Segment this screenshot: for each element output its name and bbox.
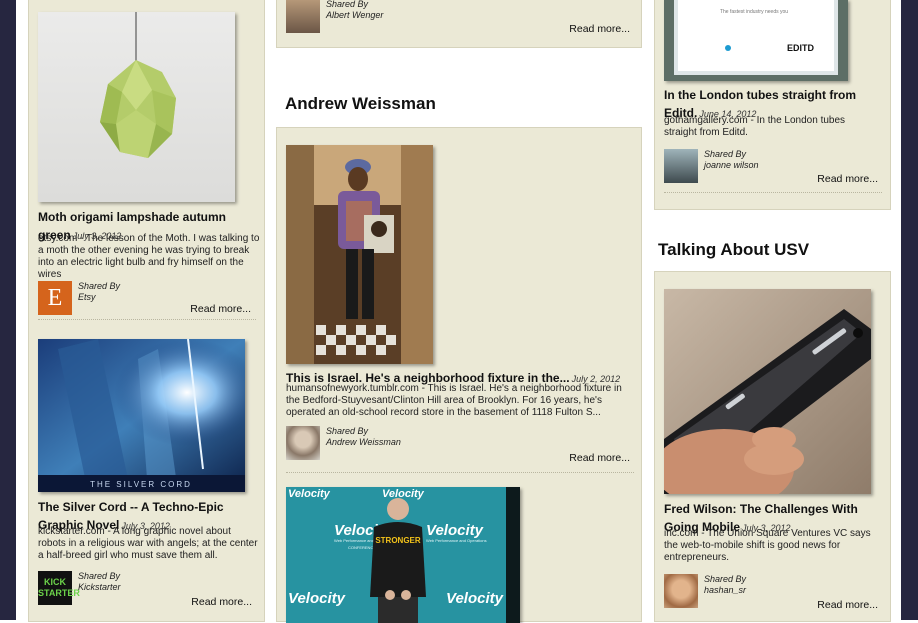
post-image-mobile[interactable] bbox=[664, 289, 871, 494]
shared-by-label: Shared By bbox=[704, 149, 747, 159]
post-image-editd[interactable]: The fastest industry needs you EDITD bbox=[664, 0, 848, 81]
velocity-logo: Velocity bbox=[446, 590, 504, 607]
post-description: gothamgallery.com - In the London tubes … bbox=[664, 115, 846, 138]
shared-by-label: Shared By bbox=[78, 281, 121, 291]
right-top-card: The fastest industry needs you EDITD In … bbox=[654, 0, 891, 210]
shared-by-andrew-weissman: Shared By Andrew Weissman bbox=[286, 426, 486, 460]
section-title-andrew-weissman: Andrew Weissman bbox=[285, 94, 436, 113]
shirt-text: STRONGER bbox=[375, 536, 421, 545]
velocity-logo: Velocity bbox=[288, 590, 346, 607]
editd-logo: EDITD bbox=[787, 43, 815, 53]
post-description: humansofnewyork.tumblr.com - This is Isr… bbox=[286, 383, 622, 418]
editd-poster-photo: The fastest industry needs you EDITD bbox=[664, 0, 848, 81]
velocity-logo: Velocity bbox=[288, 488, 331, 500]
divider bbox=[664, 192, 882, 193]
lampshade-illustration bbox=[100, 12, 176, 158]
shared-by-name: Andrew Weissman bbox=[326, 437, 401, 447]
read-more-link[interactable]: Read more... bbox=[775, 173, 878, 185]
post-image-israel[interactable] bbox=[286, 145, 433, 364]
post-description: etsy.com - The lesson of the Moth. I was… bbox=[38, 233, 260, 280]
section-title-talking-about-usv: Talking About USV bbox=[658, 240, 810, 259]
shared-by-name: Albert Wenger bbox=[326, 10, 384, 20]
right-page-border bbox=[901, 0, 918, 620]
shared-by-name: Kickstarter bbox=[78, 582, 121, 592]
velocity-logo: Velocity bbox=[426, 522, 484, 539]
velocity-logo: Velocity bbox=[382, 488, 425, 500]
shared-by-name: Etsy bbox=[78, 292, 96, 302]
read-more-link[interactable]: Read more... bbox=[527, 23, 630, 35]
shared-by-name: joanne wilson bbox=[704, 160, 759, 170]
talking-about-usv-card: Fred Wilson: The Challenges With Going M… bbox=[654, 271, 891, 622]
record-store-photo bbox=[286, 145, 433, 364]
shared-by-label: Shared By bbox=[704, 574, 747, 584]
divider bbox=[38, 319, 256, 320]
left-page-border bbox=[0, 0, 16, 620]
shared-by-label: Shared By bbox=[78, 571, 121, 581]
avatar-joanne-wilson[interactable] bbox=[664, 149, 698, 183]
avatar-albert-wenger[interactable] bbox=[286, 0, 320, 33]
read-more-link[interactable]: Read more... bbox=[775, 599, 878, 611]
avatar-etsy[interactable]: E bbox=[38, 281, 72, 315]
velocity-conference: CONFERENCE bbox=[348, 545, 376, 550]
silver-cord-artwork: THE SILVER CORD bbox=[38, 339, 245, 492]
read-more-link[interactable]: Read more... bbox=[149, 596, 252, 608]
velocity-conference-photo: Velocity Velocity Velocity Velocity Velo… bbox=[286, 487, 520, 623]
andrew-weissman-card: This is Israel. He's a neighborhood fixt… bbox=[276, 127, 642, 623]
shared-by-label: Shared By bbox=[326, 0, 369, 9]
post-description: kickstarter.com - A long graphic novel a… bbox=[38, 526, 258, 561]
velocity-tagline: Web Performance and Operations bbox=[426, 538, 487, 543]
left-column-card: Moth origami lampshade autumn green July … bbox=[28, 0, 265, 622]
phone-in-hand-photo bbox=[664, 289, 871, 494]
divider bbox=[286, 472, 634, 473]
shared-by-albert-wenger: Shared By Albert Wenger bbox=[286, 0, 486, 33]
middle-top-card: Shared By Albert Wenger Read more... bbox=[276, 0, 642, 48]
post-description: inc.com - The Union Square Ventures VC s… bbox=[664, 528, 871, 563]
post-image-silver-cord[interactable]: THE SILVER CORD bbox=[38, 339, 245, 492]
poster-text: The fastest industry needs you bbox=[720, 9, 788, 15]
read-more-link[interactable]: Read more... bbox=[149, 303, 251, 315]
read-more-link[interactable]: Read more... bbox=[527, 452, 630, 464]
image-caption: THE SILVER CORD bbox=[90, 480, 192, 489]
avatar-kickstarter[interactable]: KICK STARTER bbox=[38, 571, 80, 605]
shared-by-label: Shared By bbox=[326, 426, 369, 436]
shared-by-name: hashan_sr bbox=[704, 585, 747, 595]
avatar-andrew-weissman[interactable] bbox=[286, 426, 320, 460]
post-image-velocity[interactable]: Velocity Velocity Velocity Velocity Velo… bbox=[286, 487, 520, 623]
avatar-hashan-sr[interactable] bbox=[664, 574, 698, 608]
post-image-moth-lampshade[interactable] bbox=[38, 12, 235, 202]
